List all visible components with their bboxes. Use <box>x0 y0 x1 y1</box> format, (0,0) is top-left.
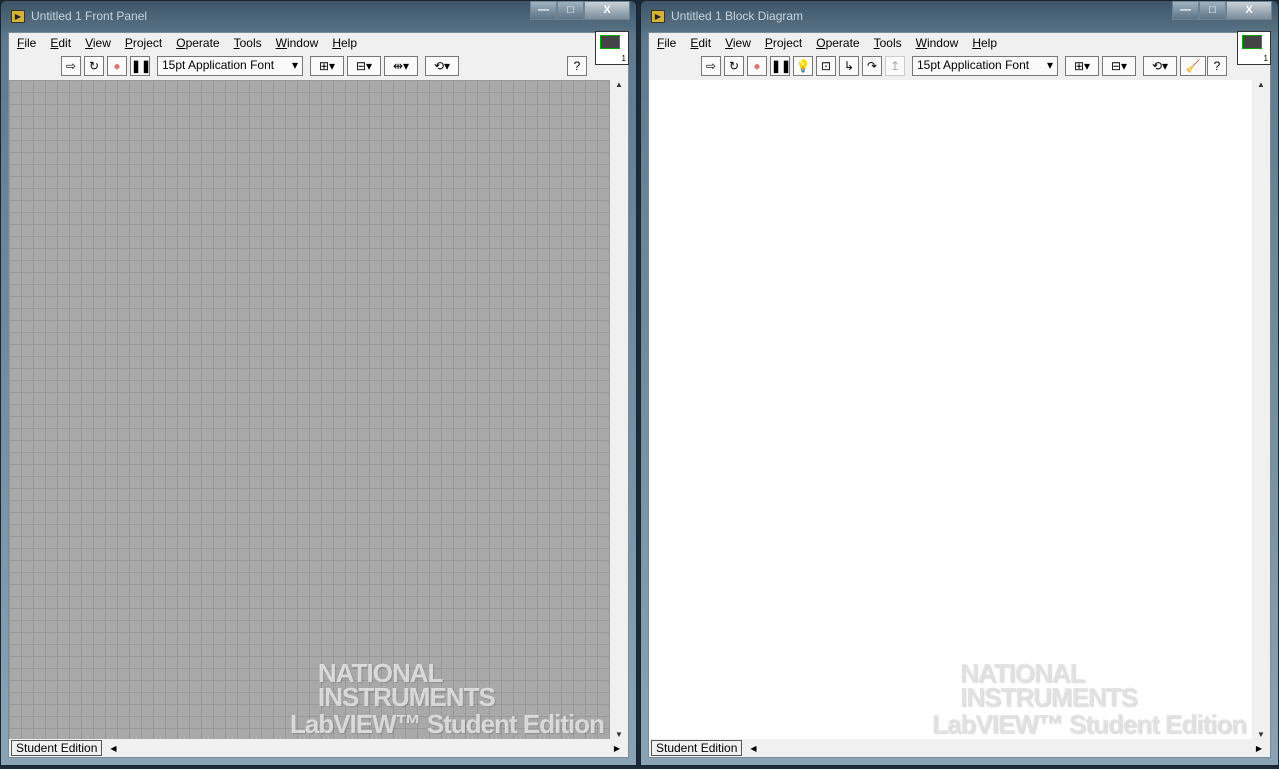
pause-icon[interactable]: ❚❚ <box>770 56 791 76</box>
labview-icon: ▶ <box>651 9 665 23</box>
ni-logo: NATIONAL INSTRUMENTS LabVIEW™ Student Edit… <box>932 658 1247 739</box>
pause-icon[interactable]: ❚❚ <box>130 56 151 76</box>
menu-bar: File Edit View Project Operate Tools Window Hel… <box>9 33 628 53</box>
menu-project[interactable]: Project <box>765 36 802 50</box>
menu-file[interactable]: File <box>657 36 676 50</box>
align-objects-icon[interactable]: ⊞▾ <box>1065 56 1099 76</box>
menu-tools[interactable]: Tools <box>874 36 902 50</box>
reorder-icon[interactable]: ⟲▾ <box>425 56 459 76</box>
menu-bar: File Edit View Project Operate Tools Window Hel… <box>649 33 1270 53</box>
horizontal-scrollbar[interactable]: ◀ ▶ <box>742 744 1270 753</box>
toolbar: ⇨ ↻ ● ❚❚ 15pt Application Font ▾ ⊞▾ ⊟▾ ⇹▾… <box>9 31 629 79</box>
front-panel-window: ▶ Untitled 1 Front Panel — □ X File Edit View… <box>0 0 637 766</box>
ni-logo: NATIONAL INSTRUMENTS LabVIEW™ Student Edit… <box>290 658 605 739</box>
run-arrow-icon[interactable]: ⇨ <box>61 56 81 76</box>
step-over-icon[interactable]: ↷ <box>862 56 882 76</box>
help-icon[interactable]: ? <box>1207 56 1227 76</box>
menu-view[interactable]: View <box>725 36 751 50</box>
abort-icon[interactable]: ● <box>107 56 127 76</box>
run-continuously-icon[interactable]: ↻ <box>724 56 744 76</box>
abort-icon[interactable]: ● <box>747 56 767 76</box>
menu-tools[interactable]: Tools <box>234 36 262 50</box>
align-objects-icon[interactable]: ⊞▾ <box>310 56 344 76</box>
menu-operate[interactable]: Operate <box>176 36 219 50</box>
student-edition-label: Student Edition <box>11 740 103 756</box>
run-arrow-icon[interactable]: ⇨ <box>701 56 721 76</box>
student-edition-label: Student Edition <box>651 740 743 756</box>
menu-window[interactable]: Window <box>916 36 959 50</box>
step-into-icon[interactable]: ↳ <box>839 56 859 76</box>
reorder-icon[interactable]: ⟲▾ <box>1143 56 1177 76</box>
menu-window[interactable]: Window <box>276 36 319 50</box>
minimize-button[interactable]: — <box>530 1 557 20</box>
menu-project[interactable]: Project <box>125 36 162 50</box>
font-select[interactable]: 15pt Application Font ▾ <box>157 56 303 76</box>
front-panel-canvas[interactable]: NATIONAL INSTRUMENTS LabVIEW™ Student Edit… <box>9 80 610 739</box>
status-bar: Student Edition ◀ ▶ <box>649 739 1270 757</box>
vi-icon[interactable]: 1 <box>1237 31 1271 65</box>
close-button[interactable]: X <box>1226 1 1272 20</box>
resize-objects-icon[interactable]: ⇹▾ <box>384 56 418 76</box>
clean-up-diagram-icon[interactable]: 🧹 <box>1180 56 1206 76</box>
retain-wire-values-icon[interactable]: ⊡ <box>816 56 836 76</box>
step-out-icon[interactable]: ↥ <box>885 56 905 76</box>
horizontal-scrollbar[interactable]: ◀ ▶ <box>102 744 628 753</box>
block-diagram-window: ▶ Untitled 1 Block Diagram — □ X File Edit Vi… <box>640 0 1279 766</box>
maximize-button[interactable]: □ <box>1199 1 1226 20</box>
maximize-button[interactable]: □ <box>557 1 584 20</box>
menu-help[interactable]: Help <box>332 36 357 50</box>
block-diagram-canvas[interactable]: NATIONAL INSTRUMENTS LabVIEW™ Student Edit… <box>649 80 1252 739</box>
menu-edit[interactable]: Edit <box>690 36 711 50</box>
font-select[interactable]: 15pt Application Font ▾ <box>912 56 1058 76</box>
status-bar: Student Edition ◀ ▶ <box>9 739 628 757</box>
labview-icon: ▶ <box>11 9 25 23</box>
menu-operate[interactable]: Operate <box>816 36 859 50</box>
close-button[interactable]: X <box>584 1 630 20</box>
vertical-scrollbar[interactable]: ▲ ▼ <box>1252 80 1270 739</box>
highlight-execution-icon[interactable]: 💡 <box>793 56 813 76</box>
toolbar: ⇨ ↻ ● ❚❚ 💡 ⊡ ↳ ↷ ↥ 15pt Application Font… <box>649 31 1271 79</box>
menu-file[interactable]: File <box>17 36 36 50</box>
vi-icon[interactable]: 1 <box>595 31 629 65</box>
menu-help[interactable]: Help <box>972 36 997 50</box>
minimize-button[interactable]: — <box>1172 1 1199 20</box>
menu-edit[interactable]: Edit <box>50 36 71 50</box>
run-continuously-icon[interactable]: ↻ <box>84 56 104 76</box>
window-title: Untitled 1 Block Diagram <box>671 9 804 23</box>
help-icon[interactable]: ? <box>567 56 587 76</box>
distribute-objects-icon[interactable]: ⊟▾ <box>347 56 381 76</box>
vertical-scrollbar[interactable]: ▲ ▼ <box>610 80 628 739</box>
distribute-objects-icon[interactable]: ⊟▾ <box>1102 56 1136 76</box>
menu-view[interactable]: View <box>85 36 111 50</box>
window-title: Untitled 1 Front Panel <box>31 9 148 23</box>
